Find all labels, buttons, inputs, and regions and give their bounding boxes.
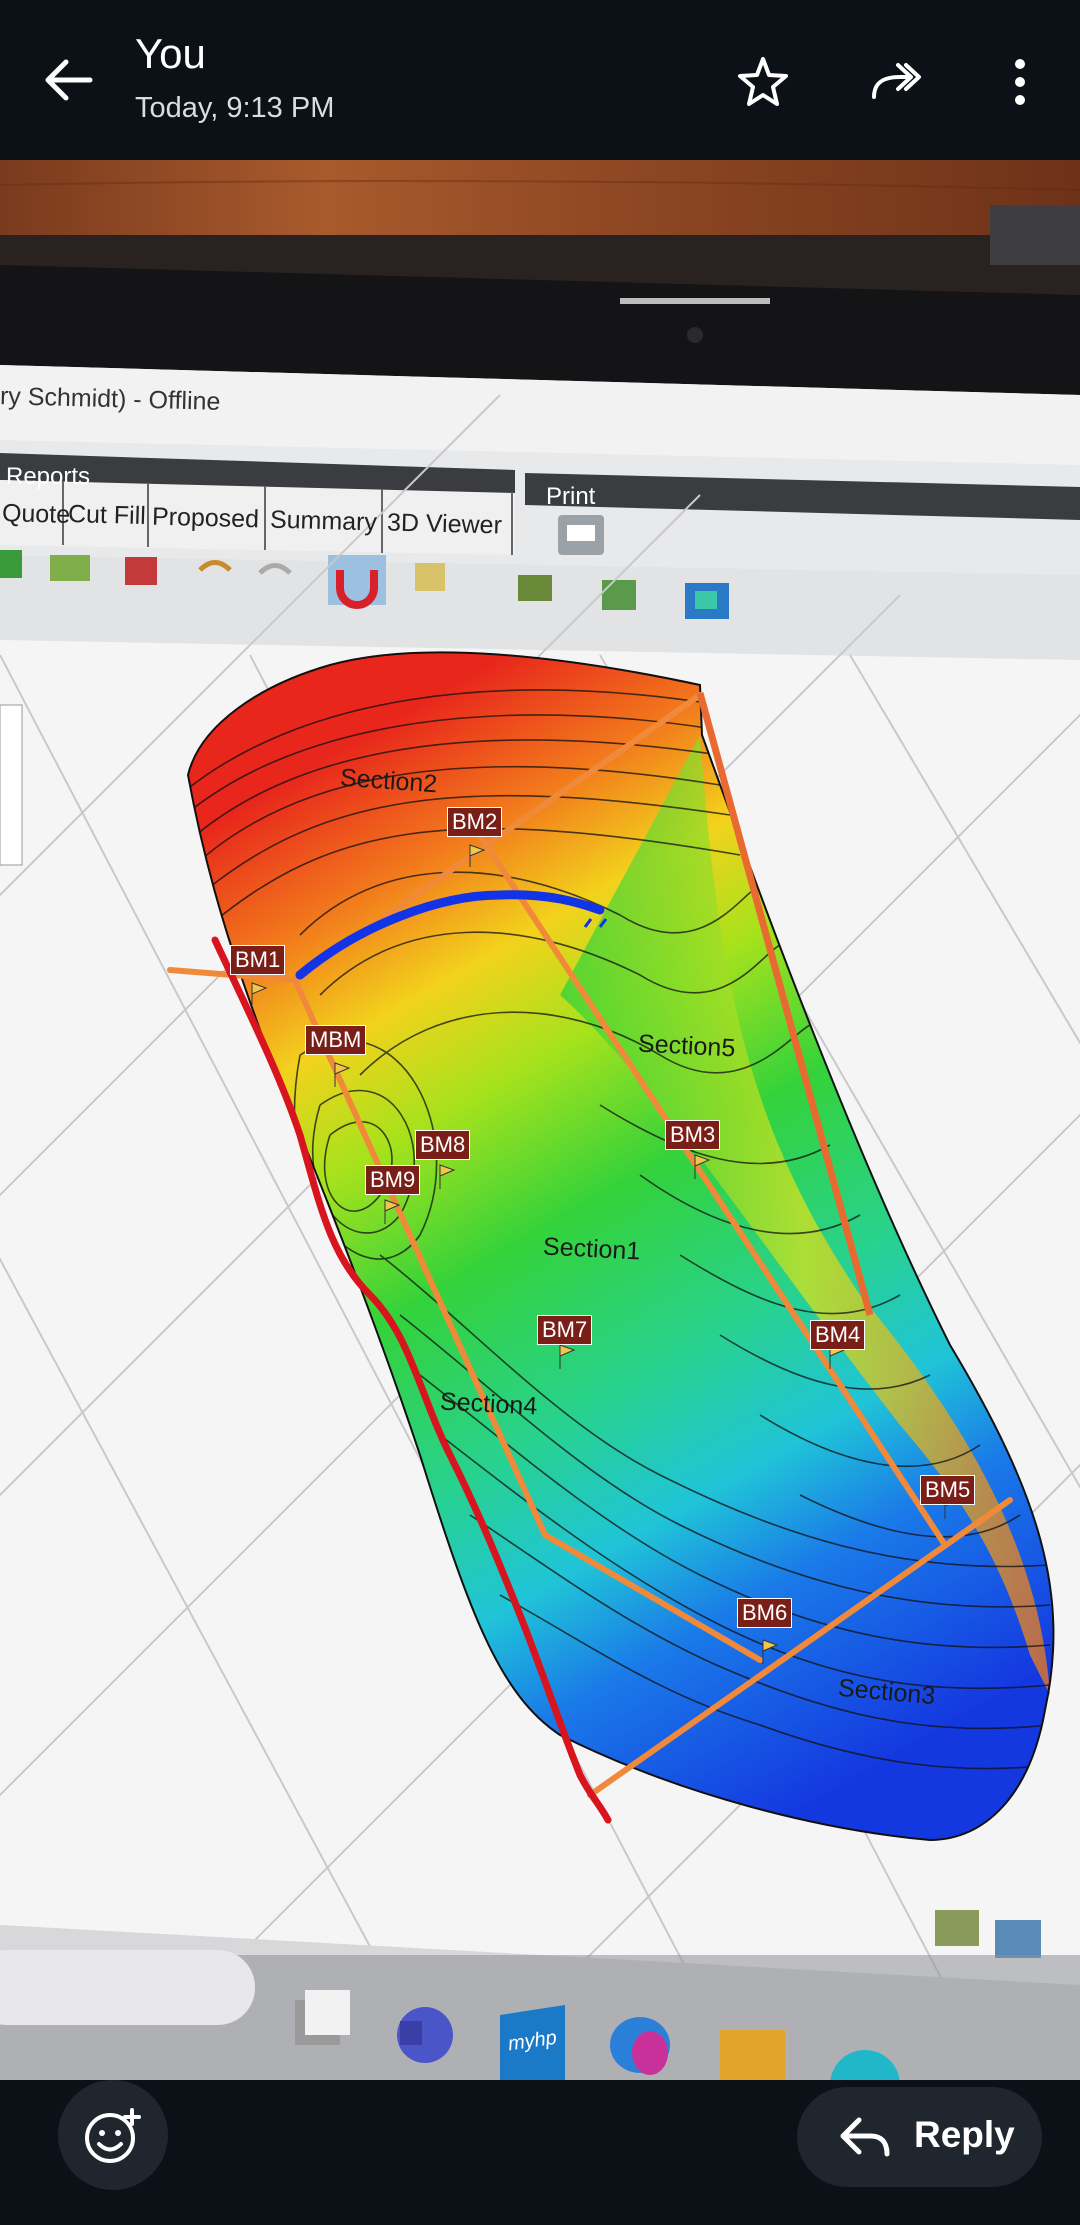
more-vert-icon[interactable] [990, 52, 1050, 112]
benchmark-bm7: BM7 [537, 1315, 593, 1345]
add-reaction-button[interactable] [58, 2080, 168, 2190]
message-photo[interactable]: ry Schmidt) - Offline Reports Print Quot… [0, 95, 1080, 2100]
benchmark-bm6: BM6 [737, 1598, 793, 1628]
reply-icon [840, 2117, 890, 2157]
tab-proposed[interactable]: Proposed [152, 503, 260, 535]
benchmark-bm3: BM3 [665, 1120, 721, 1150]
benchmark-bm8: BM8 [415, 1130, 471, 1160]
benchmark-bm2: BM2 [447, 807, 503, 837]
label-section4: Section4 [439, 1387, 538, 1421]
reply-label: Reply [914, 2114, 1015, 2155]
benchmark-bm4: BM4 [810, 1320, 866, 1350]
label-section5: Section5 [637, 1029, 736, 1063]
benchmark-mbm: MBM [305, 1025, 367, 1055]
label-section1: Section1 [542, 1232, 641, 1266]
star-icon[interactable] [733, 52, 793, 112]
menu-group-reports: Reports [6, 463, 91, 490]
header-bar: You Today, 9:13 PM [0, 0, 1080, 160]
tab-3d-viewer[interactable]: 3D Viewer [387, 509, 503, 541]
tab-summary[interactable]: Summary [270, 506, 378, 538]
tab-quote[interactable]: Quote [2, 499, 71, 530]
message-timestamp: Today, 9:13 PM [135, 92, 335, 124]
back-arrow-icon[interactable] [40, 55, 100, 105]
window-title: ry Schmidt) - Offline [0, 382, 221, 416]
tab-cut-fill[interactable]: Cut Fill [68, 500, 147, 531]
sender-name: You [135, 30, 206, 77]
reply-button[interactable]: Reply [797, 2087, 1042, 2187]
benchmark-bm9: BM9 [365, 1165, 421, 1195]
add-reaction-icon [85, 2108, 141, 2163]
benchmark-bm5: BM5 [920, 1475, 976, 1505]
benchmark-bm1: BM1 [230, 945, 286, 975]
menu-group-print: Print [546, 483, 596, 510]
forward-icon[interactable] [866, 52, 926, 112]
